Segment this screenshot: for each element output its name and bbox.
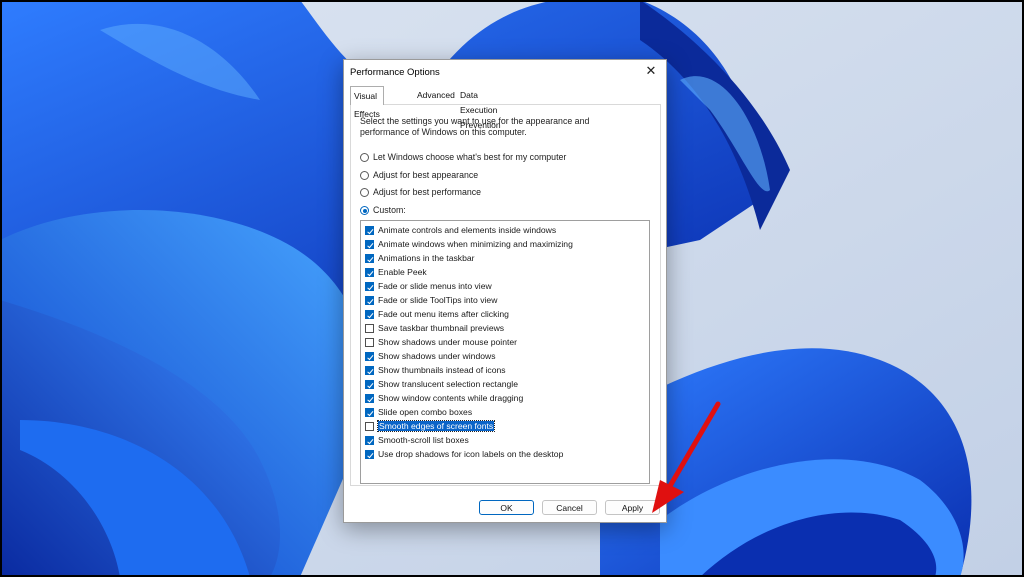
tab-visual-effects[interactable]: Visual Effects (350, 86, 384, 119)
performance-options-dialog: Performance Options ✕ Visual Effects Adv… (343, 59, 667, 523)
list-item[interactable]: Save taskbar thumbnail previews (365, 322, 504, 334)
list-item-label: Enable Peek (378, 267, 427, 277)
checkbox[interactable] (365, 422, 374, 431)
apply-button[interactable]: Apply (605, 500, 660, 515)
radio-button[interactable] (360, 206, 369, 215)
checkbox[interactable] (365, 408, 374, 417)
tab-advanced[interactable]: Advanced (414, 88, 458, 103)
list-item-label: Save taskbar thumbnail previews (378, 323, 505, 333)
radio-label: Adjust for best performance (373, 187, 482, 197)
list-item-label: Animations in the taskbar (378, 253, 475, 263)
list-item-label: Animate controls and elements inside win… (378, 225, 557, 235)
radio-custom[interactable]: Custom: (360, 204, 406, 216)
checkbox[interactable] (365, 226, 374, 235)
list-item[interactable]: Use drop shadows for icon labels on the … (365, 448, 563, 460)
checkbox[interactable] (365, 366, 374, 375)
checkbox[interactable] (365, 310, 374, 319)
list-item[interactable]: Fade or slide ToolTips into view (365, 294, 497, 306)
checkbox[interactable] (365, 380, 374, 389)
list-item-label: Fade or slide ToolTips into view (378, 295, 498, 305)
checkbox[interactable] (365, 394, 374, 403)
checkbox[interactable] (365, 240, 374, 249)
list-item-label: Show translucent selection rectangle (378, 379, 518, 389)
list-item[interactable]: Fade or slide menus into view (365, 280, 492, 292)
close-icon[interactable]: ✕ (636, 60, 666, 82)
ok-button[interactable]: OK (479, 500, 534, 515)
radio-label: Custom: (373, 205, 406, 215)
radio-best-performance[interactable]: Adjust for best performance (360, 186, 481, 198)
checkbox[interactable] (365, 268, 374, 277)
checkbox[interactable] (365, 450, 374, 459)
checkbox[interactable] (365, 436, 374, 445)
description-line: performance of Windows on this computer. (360, 127, 527, 137)
checkbox[interactable] (365, 338, 374, 347)
list-item[interactable]: Fade out menu items after clicking (365, 308, 509, 320)
list-item-label: Animate windows when minimizing and maxi… (378, 239, 573, 249)
title-bar[interactable]: Performance Options ✕ (344, 60, 666, 84)
list-item-selected[interactable]: Smooth edges of screen fonts (365, 420, 496, 432)
list-item[interactable]: Slide open combo boxes (365, 406, 472, 418)
radio-label: Let Windows choose what's best for my co… (373, 152, 567, 162)
checkbox[interactable] (365, 254, 374, 263)
checkbox[interactable] (365, 324, 374, 333)
list-item-label: Show shadows under windows (378, 351, 496, 361)
list-item[interactable]: Animations in the taskbar (365, 252, 475, 264)
radio-label: Adjust for best appearance (373, 170, 479, 180)
list-item-label: Smooth edges of screen fonts (376, 420, 496, 432)
checkbox[interactable] (365, 296, 374, 305)
description-line: Select the settings you want to use for … (360, 116, 590, 126)
list-item-label: Fade or slide menus into view (378, 281, 492, 291)
radio-button[interactable] (360, 153, 369, 162)
list-item[interactable]: Show shadows under windows (365, 350, 496, 362)
list-item[interactable]: Show translucent selection rectangle (365, 378, 518, 390)
checkbox[interactable] (365, 352, 374, 361)
list-item[interactable]: Smooth-scroll list boxes (365, 434, 469, 446)
dialog-title: Performance Options (350, 67, 440, 78)
list-item-label: Smooth-scroll list boxes (378, 435, 469, 445)
radio-button[interactable] (360, 188, 369, 197)
cancel-button[interactable]: Cancel (542, 500, 597, 515)
list-item-label: Slide open combo boxes (378, 407, 473, 417)
list-item[interactable]: Show shadows under mouse pointer (365, 336, 517, 348)
list-item[interactable]: Animate controls and elements inside win… (365, 224, 556, 236)
radio-best-appearance[interactable]: Adjust for best appearance (360, 169, 478, 181)
description: Select the settings you want to use for … (360, 116, 650, 138)
list-item-label: Show window contents while dragging (378, 393, 524, 403)
visual-effects-list[interactable]: Animate controls and elements inside win… (360, 220, 650, 484)
list-item-label: Use drop shadows for icon labels on the … (378, 449, 564, 459)
radio-let-windows-choose[interactable]: Let Windows choose what's best for my co… (360, 151, 566, 163)
list-item[interactable]: Enable Peek (365, 266, 427, 278)
radio-button[interactable] (360, 171, 369, 180)
list-item-label: Show shadows under mouse pointer (378, 337, 518, 347)
tab-data-execution-prevention[interactable]: Data Execution Prevention (457, 88, 504, 130)
list-item-label: Show thumbnails instead of icons (378, 365, 506, 375)
list-item[interactable]: Show window contents while dragging (365, 392, 523, 404)
list-item[interactable]: Show thumbnails instead of icons (365, 364, 506, 376)
list-item[interactable]: Animate windows when minimizing and maxi… (365, 238, 573, 250)
list-item-label: Fade out menu items after clicking (378, 309, 509, 319)
checkbox[interactable] (365, 282, 374, 291)
